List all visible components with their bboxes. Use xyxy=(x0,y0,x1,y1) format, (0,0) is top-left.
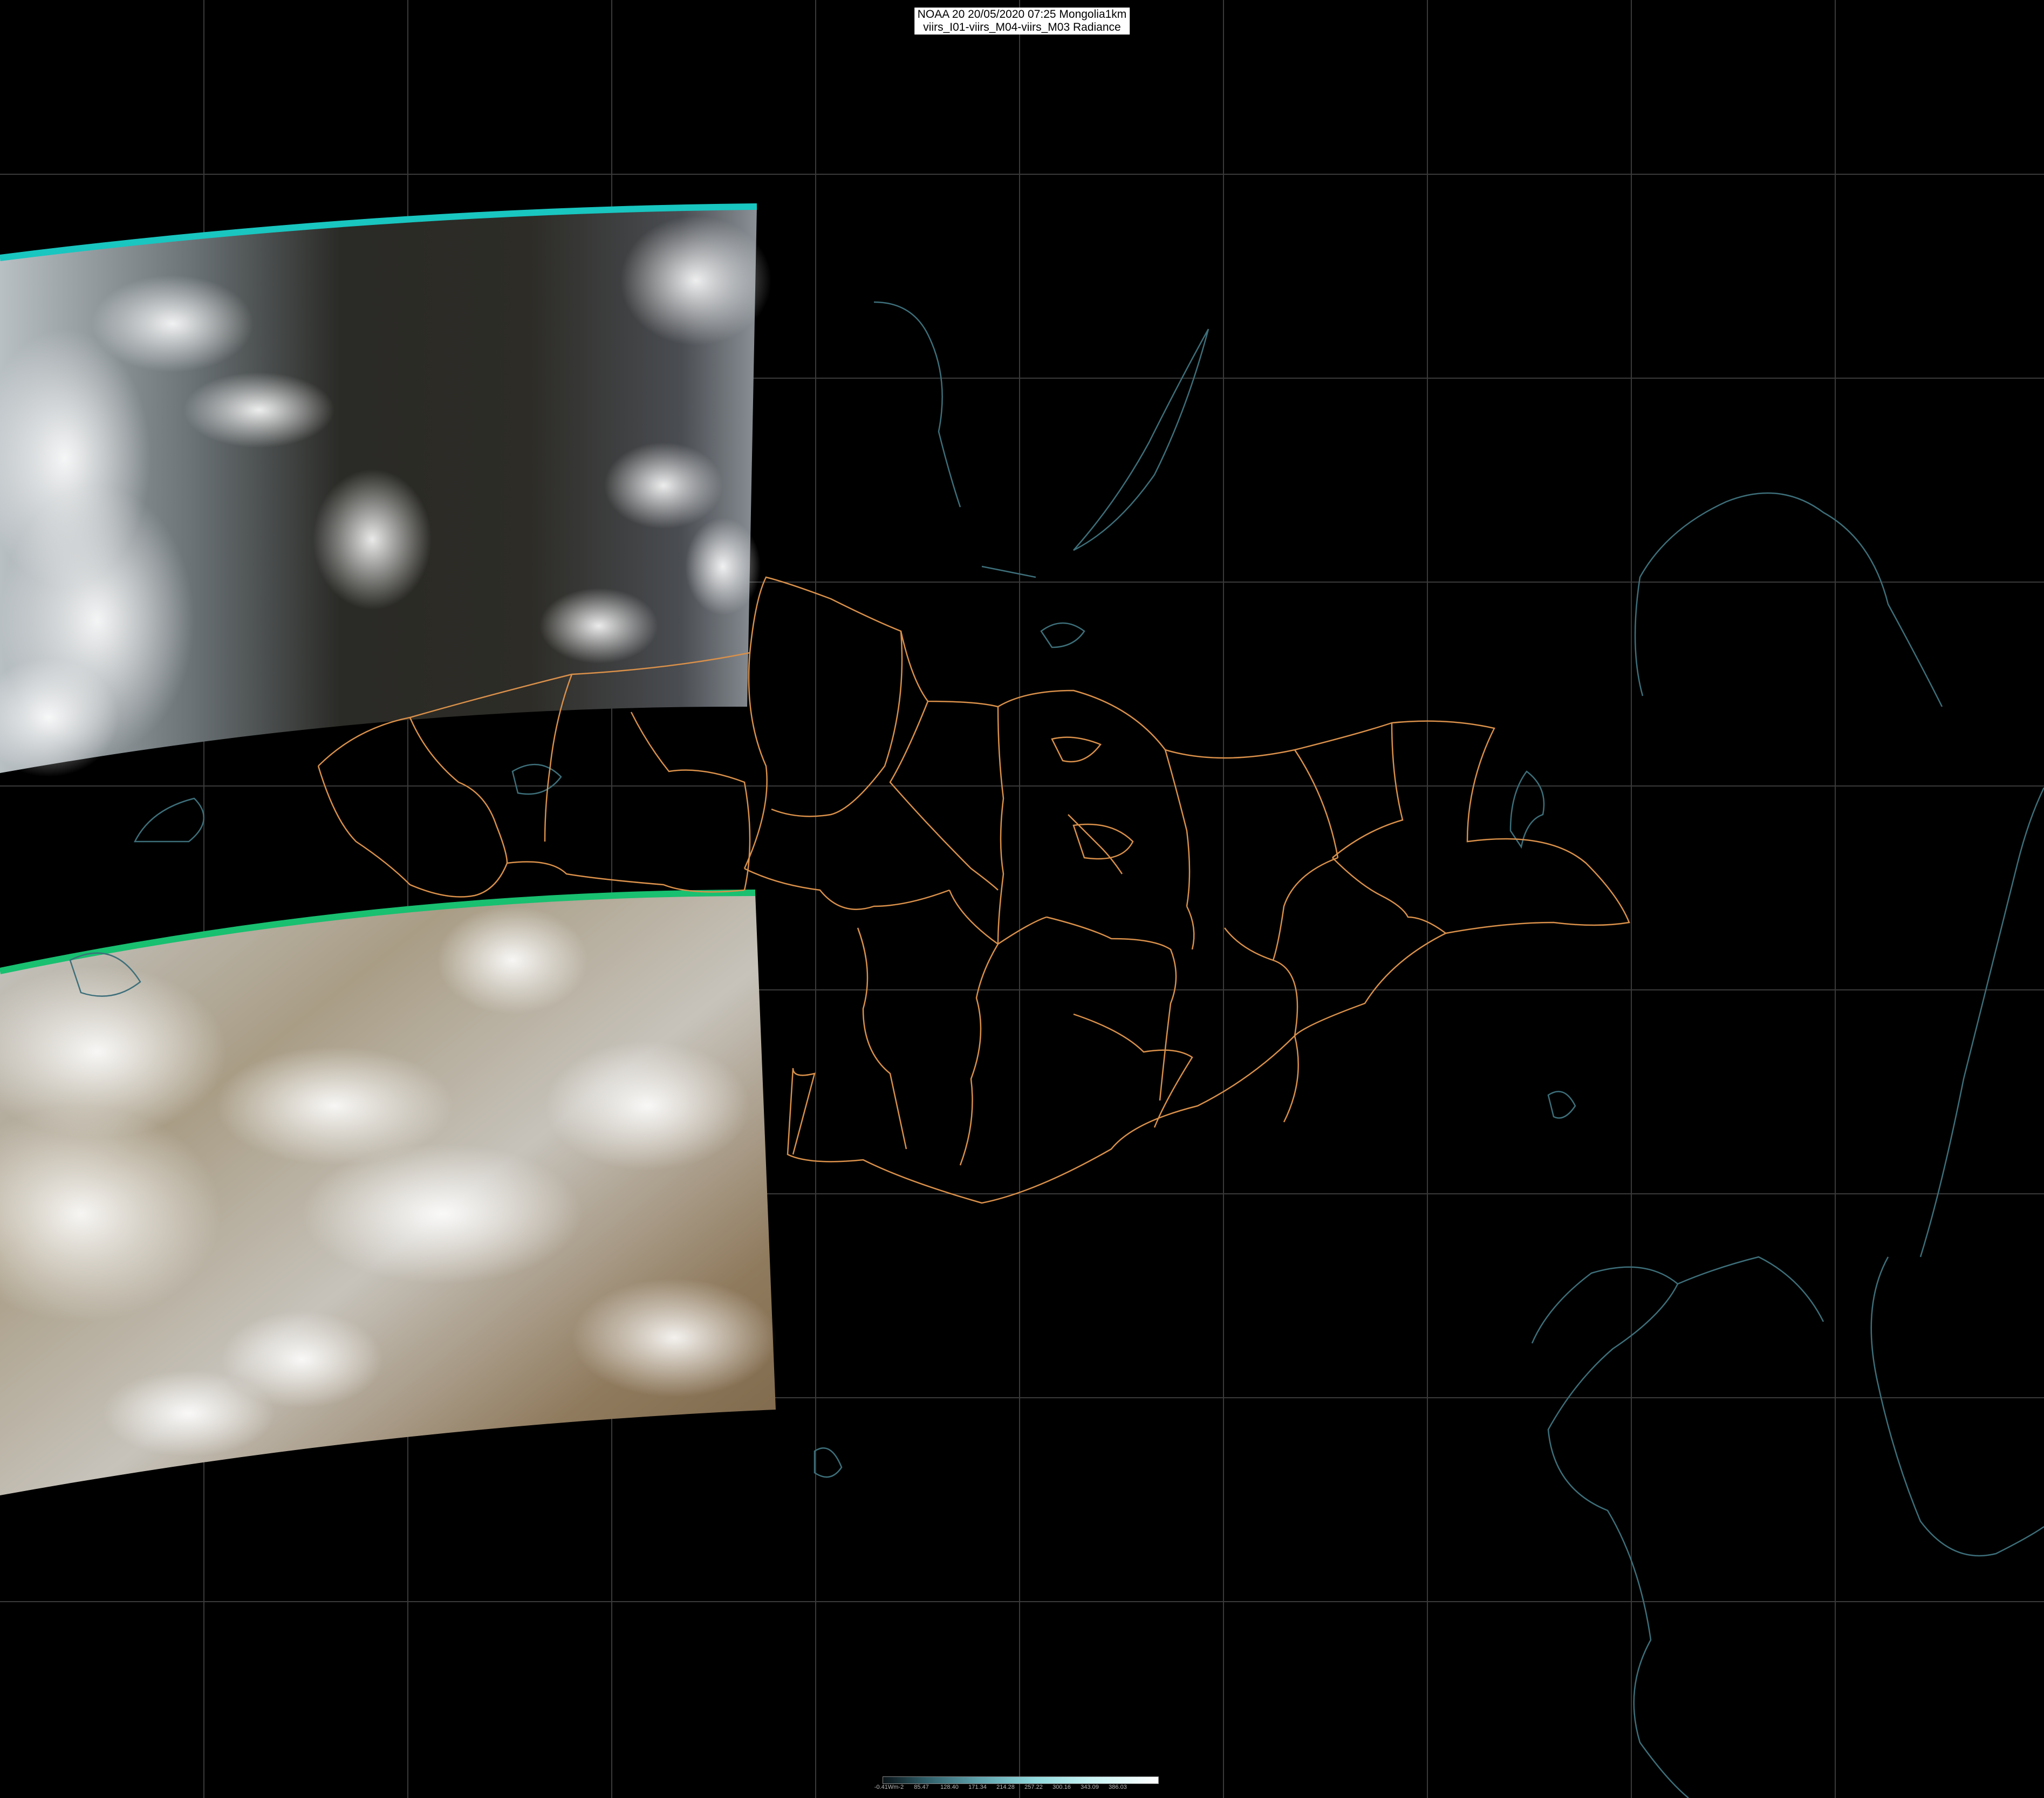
colorbar-tick: 386.03 xyxy=(1109,1784,1127,1790)
colorbar-tick: 128.40 xyxy=(940,1784,959,1790)
colorbar-tick: 300.16 xyxy=(1052,1784,1071,1790)
radiance-colorbar: -0.41Wm-2 85.47 128.40 171.34 214.28 257… xyxy=(874,1774,1159,1793)
map-canvas xyxy=(0,0,2044,1798)
title-line-1: NOAA 20 20/05/2020 07:25 Mongolia1km xyxy=(917,8,1127,20)
colorbar-tick: -0.41Wm-2 xyxy=(874,1784,904,1790)
colorbar-gradient xyxy=(883,1776,1159,1784)
north-swath-image xyxy=(0,203,771,777)
colorbar-tick: 257.22 xyxy=(1024,1784,1043,1790)
map-title-box: NOAA 20 20/05/2020 07:25 Mongolia1km vii… xyxy=(914,8,1130,35)
colorbar-ticks: -0.41Wm-2 85.47 128.40 171.34 214.28 257… xyxy=(874,1784,1159,1793)
title-line-2: viirs_I01-viirs_M04-viirs_M03 Radiance xyxy=(923,21,1121,33)
colorbar-tick: 214.28 xyxy=(996,1784,1015,1790)
colorbar-tick: 343.09 xyxy=(1081,1784,1099,1790)
colorbar-tick: 85.47 xyxy=(914,1784,929,1790)
colorbar-tick: 171.34 xyxy=(968,1784,987,1790)
south-swath-image xyxy=(0,890,777,1495)
